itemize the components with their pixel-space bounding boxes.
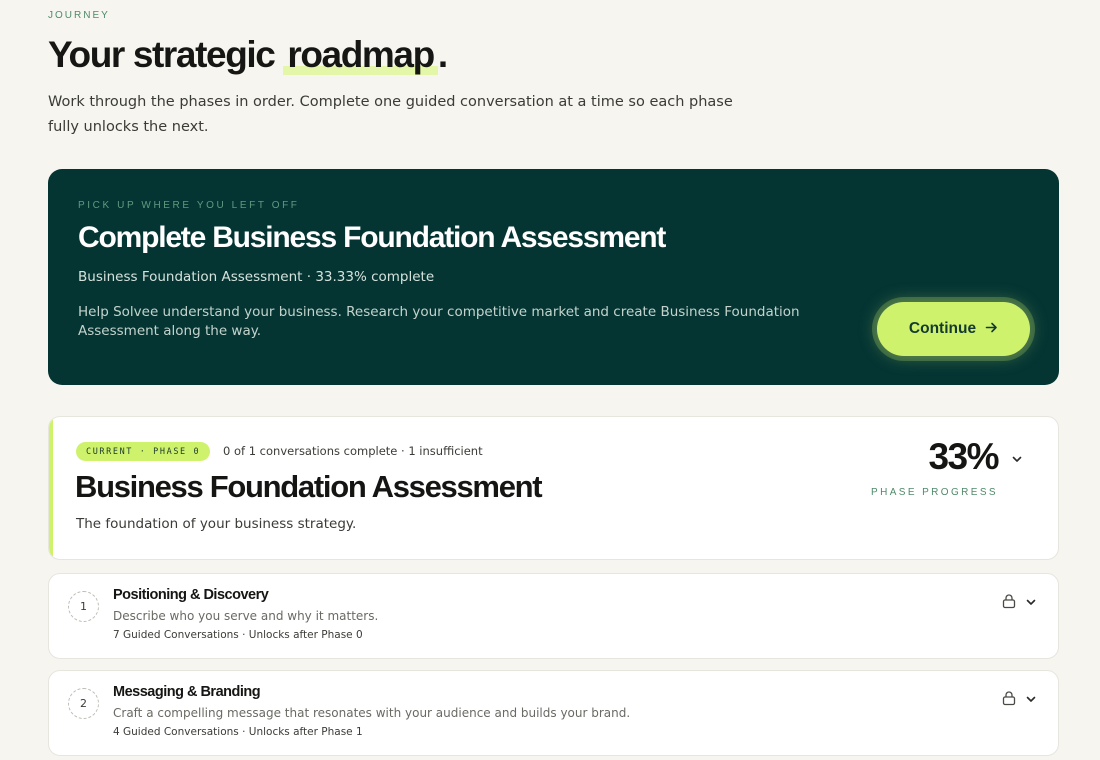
page-title-prefix: Your strategic [48, 34, 276, 75]
current-phase-description: The foundation of your business strategy… [76, 516, 357, 532]
arrow-right-icon [985, 321, 998, 337]
phase-number: 1 [68, 591, 99, 622]
phase-description: Describe who you serve and why it matter… [113, 609, 379, 623]
resume-eyebrow: PICK UP WHERE YOU LEFT OFF [78, 200, 300, 211]
resume-description: Help Solvee understand your business. Re… [78, 304, 800, 339]
phase-meta: 4 Guided Conversations · Unlocks after P… [113, 726, 363, 738]
page-title: Your strategic roadmap. [48, 34, 448, 76]
current-phase-stats: 0 of 1 conversations complete · 1 insuff… [223, 444, 483, 458]
page-title-suffix: . [437, 34, 448, 75]
resume-card: PICK UP WHERE YOU LEFT OFF Complete Busi… [48, 169, 1059, 385]
phase-progress-value: 33% [928, 436, 999, 477]
resume-progress-text: Business Foundation Assessment · 33.33% … [78, 269, 435, 285]
continue-button-label: Continue [908, 320, 977, 337]
phase-title: Messaging & Branding [113, 684, 261, 700]
page-subtitle: Work through the phases in order. Comple… [48, 94, 733, 135]
page-title-highlight: roadmap [283, 34, 438, 75]
lock-icon [1002, 690, 1016, 706]
current-phase-title: Business Foundation Assessment [75, 469, 543, 504]
chevron-down-icon[interactable] [1024, 594, 1038, 608]
phase-row[interactable]: 1 Positioning & Discovery Describe who y… [48, 573, 1059, 659]
current-phase-badge: CURRENT · PHASE 0 [76, 442, 211, 461]
chevron-down-icon[interactable] [1010, 451, 1024, 465]
chevron-down-icon[interactable] [1024, 691, 1038, 705]
continue-button[interactable]: Continue [877, 302, 1030, 356]
phase-row[interactable]: 2 Messaging & Branding Craft a compellin… [48, 670, 1059, 756]
section-eyebrow: JOURNEY [48, 10, 110, 21]
phase-meta: 7 Guided Conversations · Unlocks after P… [113, 629, 363, 641]
phase-number: 2 [68, 688, 99, 719]
phase-description: Craft a compelling message that resonate… [113, 706, 631, 720]
current-phase-accent [49, 417, 53, 559]
current-phase-card[interactable]: CURRENT · PHASE 0 0 of 1 conversations c… [48, 416, 1059, 560]
phase-title: Positioning & Discovery [113, 587, 269, 603]
resume-title: Complete Business Foundation Assessment [78, 221, 666, 254]
lock-icon [1002, 593, 1016, 609]
phase-progress-label: PHASE PROGRESS [871, 487, 998, 498]
